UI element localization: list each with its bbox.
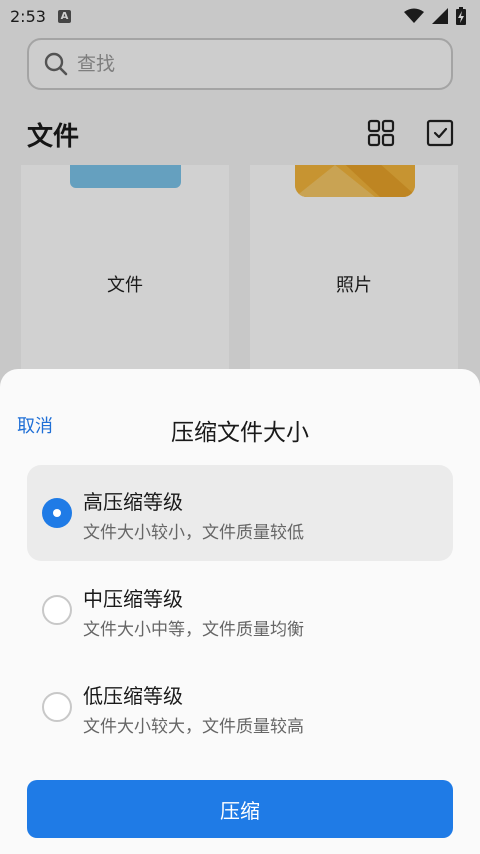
- option-medium-compression[interactable]: 中压缩等级 文件大小中等，文件质量均衡: [27, 562, 453, 658]
- sheet-title: 压缩文件大小: [171, 420, 309, 446]
- radio-selected[interactable]: [42, 498, 72, 528]
- option-description: 文件大小较小，文件质量较低: [83, 523, 304, 543]
- option-high-compression[interactable]: 高压缩等级 文件大小较小，文件质量较低: [27, 465, 453, 561]
- compress-button[interactable]: 压缩: [27, 780, 453, 838]
- radio-unselected[interactable]: [42, 692, 72, 722]
- option-description: 文件大小较大，文件质量较高: [83, 717, 304, 737]
- radio-unselected[interactable]: [42, 595, 72, 625]
- option-low-compression[interactable]: 低压缩等级 文件大小较大，文件质量较高: [27, 659, 453, 755]
- option-title: 中压缩等级: [83, 587, 183, 611]
- option-description: 文件大小中等，文件质量均衡: [83, 620, 304, 640]
- option-title: 高压缩等级: [83, 490, 183, 514]
- option-title: 低压缩等级: [83, 684, 183, 708]
- compress-bottom-sheet: 取消 压缩文件大小 高压缩等级 文件大小较小，文件质量较低 中压缩等级 文件大小…: [0, 369, 480, 854]
